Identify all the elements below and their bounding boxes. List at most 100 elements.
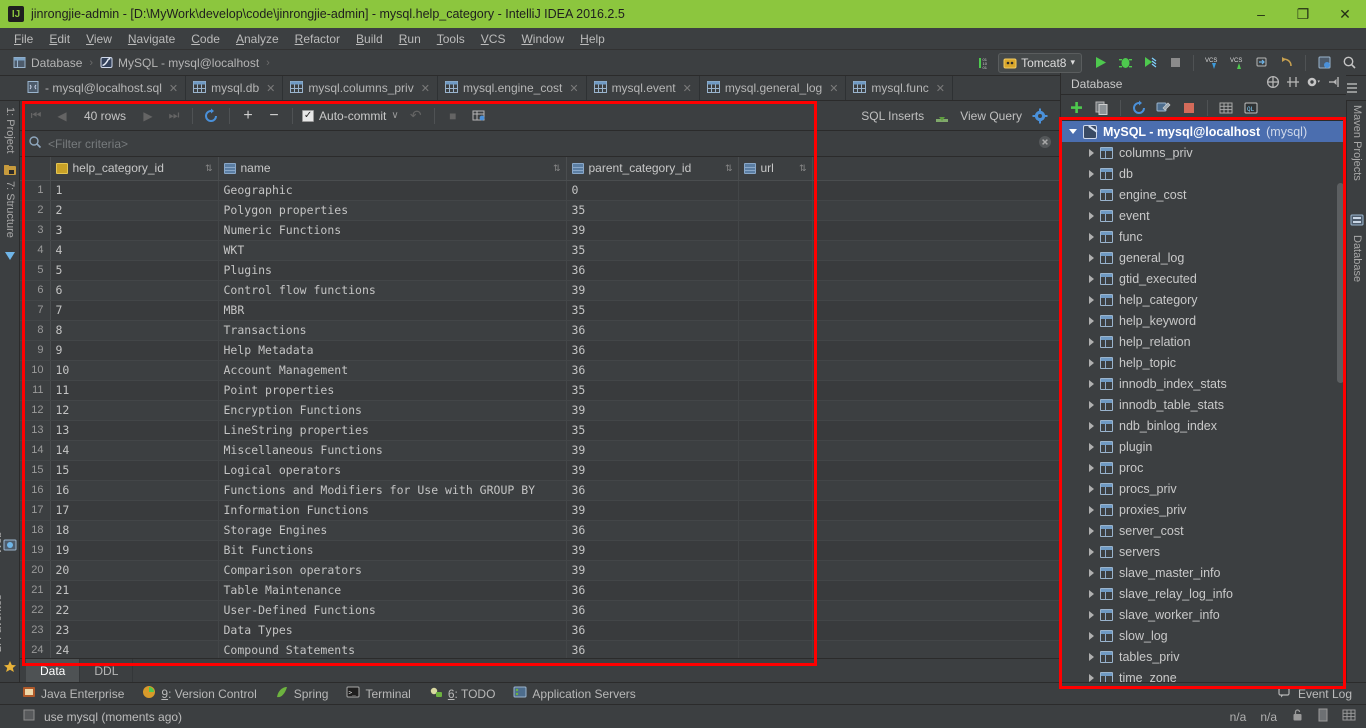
tool-window-version-control[interactable]: 9: Version Control <box>142 685 257 702</box>
cell-url[interactable] <box>738 540 813 561</box>
cell-parent_category_id[interactable]: 35 <box>566 300 739 321</box>
row-number-cell[interactable]: 2 <box>20 200 51 221</box>
tree-node-func[interactable]: func <box>1061 226 1346 247</box>
cell-help_category_id[interactable]: 24 <box>50 640 219 658</box>
tree-node-plugin[interactable]: plugin <box>1061 436 1346 457</box>
chevron-right-icon[interactable] <box>1089 673 1094 682</box>
cell-help_category_id[interactable]: 20 <box>50 560 219 581</box>
cell-help_category_id[interactable]: 5 <box>50 260 219 281</box>
editor-tab-2[interactable]: mysql.columns_priv ✕ <box>283 76 438 100</box>
cell-help_category_id[interactable]: 17 <box>50 500 219 521</box>
cell-name[interactable]: Bit Functions <box>218 540 567 561</box>
editor-tab-1[interactable]: mysql.db ✕ <box>186 76 284 100</box>
cell-name[interactable]: Comparison operators <box>218 560 567 581</box>
result-grid[interactable]: help_category_id ⇅ name ⇅ parent_categor… <box>20 157 1060 658</box>
binary-icon[interactable]: 01 10 01 <box>973 52 995 74</box>
cell-name[interactable]: MBR <box>218 300 567 321</box>
cell-parent_category_id[interactable]: 0 <box>566 180 739 201</box>
cell-help_category_id[interactable]: 18 <box>50 520 219 541</box>
next-page-button[interactable]: ▶ <box>136 105 160 127</box>
run-icon[interactable] <box>1089 52 1111 74</box>
cell-name[interactable]: Point properties <box>218 380 567 401</box>
chevron-right-icon[interactable] <box>1089 169 1094 178</box>
expand-all-icon[interactable] <box>1286 75 1300 92</box>
row-number-cell[interactable]: 17 <box>20 500 51 521</box>
refresh-icon[interactable] <box>1128 97 1150 118</box>
view-query-button[interactable]: View Query <box>960 109 1022 123</box>
settings-gear-icon[interactable] <box>1306 75 1321 92</box>
row-number-cell[interactable]: 14 <box>20 440 51 461</box>
cell-url[interactable] <box>738 180 813 201</box>
chevron-right-icon[interactable] <box>1089 484 1094 493</box>
lock-icon[interactable] <box>1291 708 1304 725</box>
cell-filler[interactable] <box>812 180 1060 201</box>
sort-indicator-icon[interactable]: ⇅ <box>205 163 213 173</box>
cell-url[interactable] <box>738 460 813 481</box>
sidebar-item-maven[interactable]: Maven Projects <box>1351 105 1363 181</box>
cell-name[interactable]: Table Maintenance <box>218 580 567 601</box>
cell-help_category_id[interactable]: 1 <box>50 180 219 201</box>
close-icon[interactable]: ✕ <box>421 82 430 95</box>
tree-node-slave_master_info[interactable]: slave_master_info <box>1061 562 1346 583</box>
cell-help_category_id[interactable]: 23 <box>50 620 219 641</box>
chevron-right-icon[interactable] <box>1089 211 1094 220</box>
tool-window-java-enterprise[interactable]: Java Enterprise <box>22 685 124 702</box>
row-number-cell[interactable]: 3 <box>20 220 51 241</box>
table-row[interactable]: 9 9 Help Metadata 36 <box>20 340 1060 361</box>
chevron-right-icon[interactable] <box>1089 316 1094 325</box>
cell-help_category_id[interactable]: 6 <box>50 280 219 301</box>
cell-filler[interactable] <box>812 620 1060 641</box>
cell-help_category_id[interactable]: 21 <box>50 580 219 601</box>
table-row[interactable]: 10 10 Account Management 36 <box>20 360 1060 381</box>
cell-filler[interactable] <box>812 460 1060 481</box>
stop-icon[interactable] <box>1178 97 1200 118</box>
chevron-down-icon[interactable] <box>1069 129 1077 134</box>
chevron-down-icon[interactable]: ∨ <box>391 110 398 121</box>
chevron-right-icon[interactable] <box>1089 295 1094 304</box>
settings-icon[interactable] <box>1313 52 1335 74</box>
cell-filler[interactable] <box>812 580 1060 601</box>
editor-tab-4[interactable]: mysql.event ✕ <box>587 76 700 100</box>
chevron-right-icon[interactable] <box>1089 274 1094 283</box>
table-row[interactable]: 14 14 Miscellaneous Functions 39 <box>20 440 1060 461</box>
row-number-cell[interactable]: 9 <box>20 340 51 361</box>
chevron-right-icon[interactable] <box>1089 505 1094 514</box>
tool-window-application-servers[interactable]: Application Servers <box>513 685 636 702</box>
vcs-update-icon[interactable]: VCS <box>1201 52 1223 74</box>
cancel-query-icon[interactable]: ■ <box>441 105 465 127</box>
tree-node-ndb_binlog_index[interactable]: ndb_binlog_index <box>1061 415 1346 436</box>
chevron-right-icon[interactable] <box>1089 337 1094 346</box>
cell-help_category_id[interactable]: 10 <box>50 360 219 381</box>
cell-filler[interactable] <box>812 420 1060 441</box>
cell-url[interactable] <box>738 520 813 541</box>
table-row[interactable]: 17 17 Information Functions 39 <box>20 500 1060 521</box>
tree-node-proxies_priv[interactable]: proxies_priv <box>1061 499 1346 520</box>
tool-window-todo[interactable]: 6: TODO <box>429 685 495 702</box>
row-number-cell[interactable]: 22 <box>20 600 51 621</box>
cell-url[interactable] <box>738 360 813 381</box>
table-row[interactable]: 20 20 Comparison operators 39 <box>20 560 1060 581</box>
tree-scrollbar[interactable] <box>1337 183 1344 383</box>
cell-parent_category_id[interactable]: 36 <box>566 480 739 501</box>
data-tab-data[interactable]: Data <box>26 659 81 682</box>
cell-name[interactable]: Transactions <box>218 320 567 341</box>
row-number-cell[interactable]: 15 <box>20 460 51 481</box>
column-header-help_category_id[interactable]: help_category_id ⇅ <box>50 157 219 181</box>
cell-parent_category_id[interactable]: 35 <box>566 240 739 261</box>
search-icon[interactable] <box>1338 52 1360 74</box>
cell-url[interactable] <box>738 340 813 361</box>
cell-parent_category_id[interactable]: 36 <box>566 340 739 361</box>
tree-node-general_log[interactable]: general_log <box>1061 247 1346 268</box>
cell-parent_category_id[interactable]: 39 <box>566 540 739 561</box>
cell-help_category_id[interactable]: 15 <box>50 460 219 481</box>
sync-icon[interactable] <box>1251 52 1273 74</box>
cell-filler[interactable] <box>812 220 1060 241</box>
sort-indicator-icon[interactable]: ⇅ <box>725 163 733 173</box>
row-number-cell[interactable]: 11 <box>20 380 51 401</box>
cell-parent_category_id[interactable]: 35 <box>566 200 739 221</box>
tree-node-engine_cost[interactable]: engine_cost <box>1061 184 1346 205</box>
menu-item-navigate[interactable]: Navigate <box>120 30 183 48</box>
cell-parent_category_id[interactable]: 39 <box>566 560 739 581</box>
cell-help_category_id[interactable]: 19 <box>50 540 219 561</box>
auto-commit-checkbox[interactable]: ✓ <box>302 109 315 122</box>
